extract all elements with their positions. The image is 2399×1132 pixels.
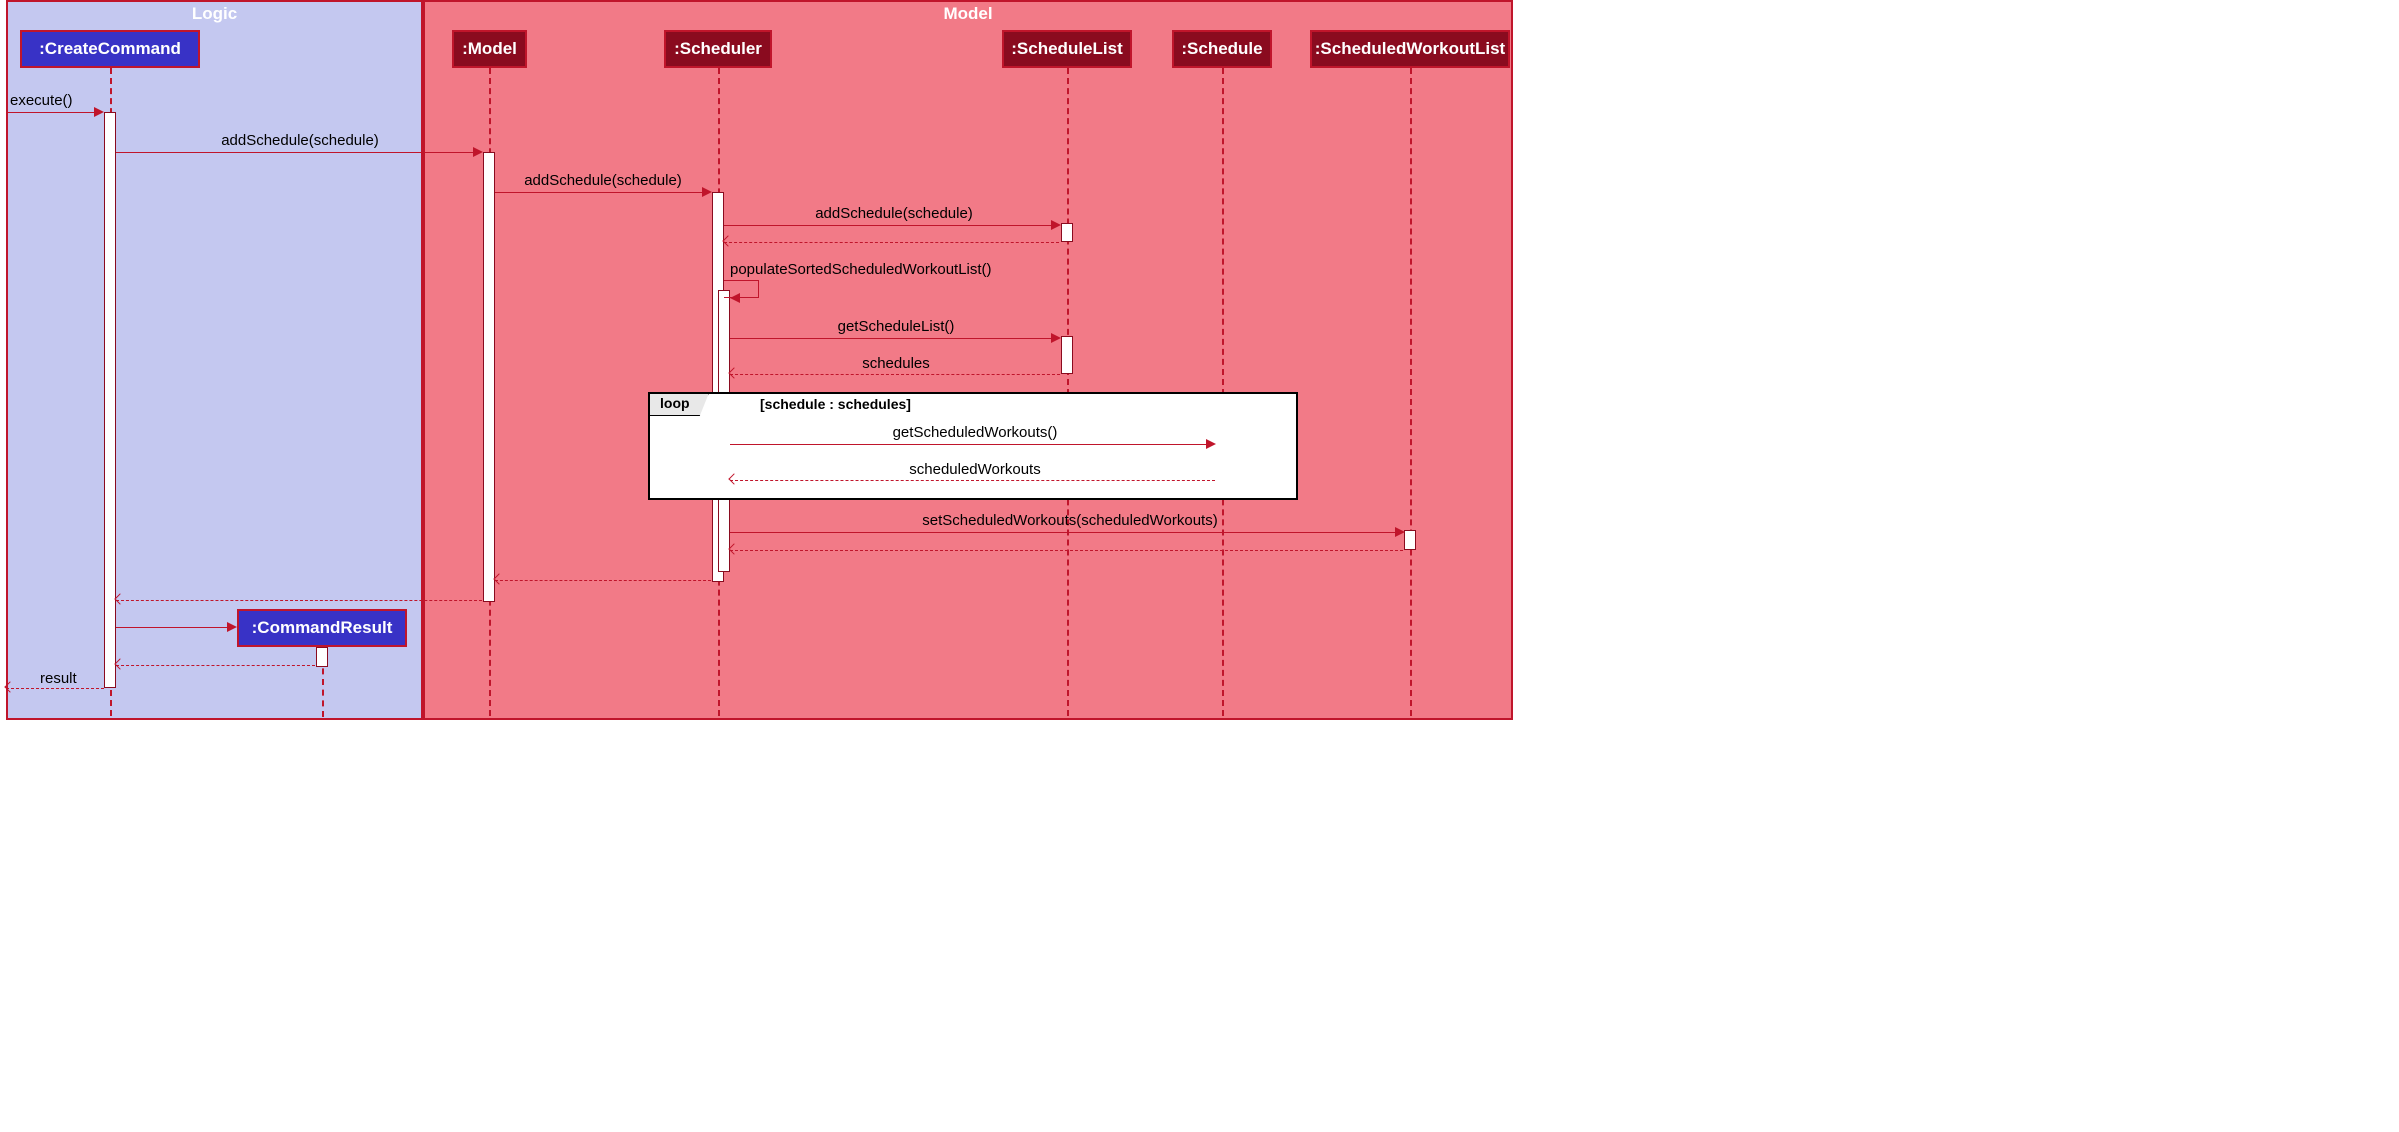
- participant-command-result: :CommandResult: [237, 609, 407, 647]
- lifeline-scheduled-workout-list: [1410, 68, 1412, 716]
- msg-schedules: schedules: [735, 355, 1057, 372]
- msg-scheduledworkouts: scheduledWorkouts: [740, 461, 1210, 478]
- return-scheduler-model: [495, 580, 711, 581]
- sequence-diagram: Logic Model :CreateCommand :Model :Sched…: [0, 0, 1520, 740]
- return-scheduledworkouts: [730, 480, 1215, 481]
- arrowhead-getschedulelist: [1051, 333, 1061, 343]
- loop-label: loop: [650, 394, 709, 416]
- msg-getscheduledworkouts: getScheduledWorkouts(): [740, 424, 1210, 441]
- participant-model: :Model: [452, 30, 527, 68]
- return-commandresult: [116, 665, 315, 666]
- activation-schedule-list-1: [1061, 223, 1073, 242]
- activation-create-command: [104, 112, 116, 688]
- return-setscheduledworkouts: [730, 550, 1403, 551]
- selfcall-populate-head: [730, 293, 740, 303]
- arrow-getschedulelist: [730, 338, 1054, 339]
- participant-schedule: :Schedule: [1172, 30, 1272, 68]
- msg-setscheduledworkouts: setScheduledWorkouts(scheduledWorkouts): [740, 512, 1400, 529]
- activation-swl: [1404, 530, 1416, 550]
- arrowhead-execute: [94, 107, 104, 117]
- msg-addschedule-2: addSchedule(schedule): [498, 172, 708, 189]
- participant-schedule-list: :ScheduleList: [1002, 30, 1132, 68]
- arrow-addschedule-1: [116, 152, 476, 153]
- return-schedules: [730, 374, 1060, 375]
- msg-addschedule-3: addSchedule(schedule): [730, 205, 1058, 222]
- arrow-getscheduledworkouts: [730, 444, 1209, 445]
- frame-model-title: Model: [425, 4, 1511, 24]
- return-model-create: [116, 600, 482, 601]
- arrowhead-addschedule-3: [1051, 220, 1061, 230]
- arrow-setscheduledworkouts: [730, 532, 1398, 533]
- activation-command-result: [316, 647, 328, 667]
- arrowhead-addschedule-2: [702, 187, 712, 197]
- msg-addschedule-1: addSchedule(schedule): [130, 132, 470, 149]
- arrowhead-setscheduledworkouts: [1395, 527, 1405, 537]
- activation-schedule-list-2: [1061, 336, 1073, 374]
- loop-frame: loop [schedule : schedules]: [648, 392, 1298, 500]
- arrowhead-create-commandresult: [227, 622, 237, 632]
- msg-getschedulelist: getScheduleList(): [735, 318, 1057, 335]
- participant-create-command: :CreateCommand: [20, 30, 200, 68]
- loop-guard: [schedule : schedules]: [760, 396, 911, 412]
- participant-scheduled-workout-list: :ScheduledWorkoutList: [1310, 30, 1510, 68]
- arrow-addschedule-3: [724, 225, 1054, 226]
- frame-logic-title: Logic: [8, 4, 421, 24]
- msg-execute: execute(): [10, 92, 73, 109]
- arrowhead-addschedule-1: [473, 147, 483, 157]
- arrow-create-commandresult: [116, 627, 230, 628]
- arrow-execute: [6, 112, 98, 113]
- arrowhead-getscheduledworkouts: [1206, 439, 1216, 449]
- participant-scheduler: :Scheduler: [664, 30, 772, 68]
- msg-result: result: [40, 670, 77, 687]
- activation-model: [483, 152, 495, 602]
- arrow-addschedule-2: [495, 192, 705, 193]
- msg-populate: populateSortedScheduledWorkoutList(): [730, 261, 1065, 278]
- return-addschedule-3: [724, 242, 1059, 243]
- arrow-result: [6, 688, 104, 689]
